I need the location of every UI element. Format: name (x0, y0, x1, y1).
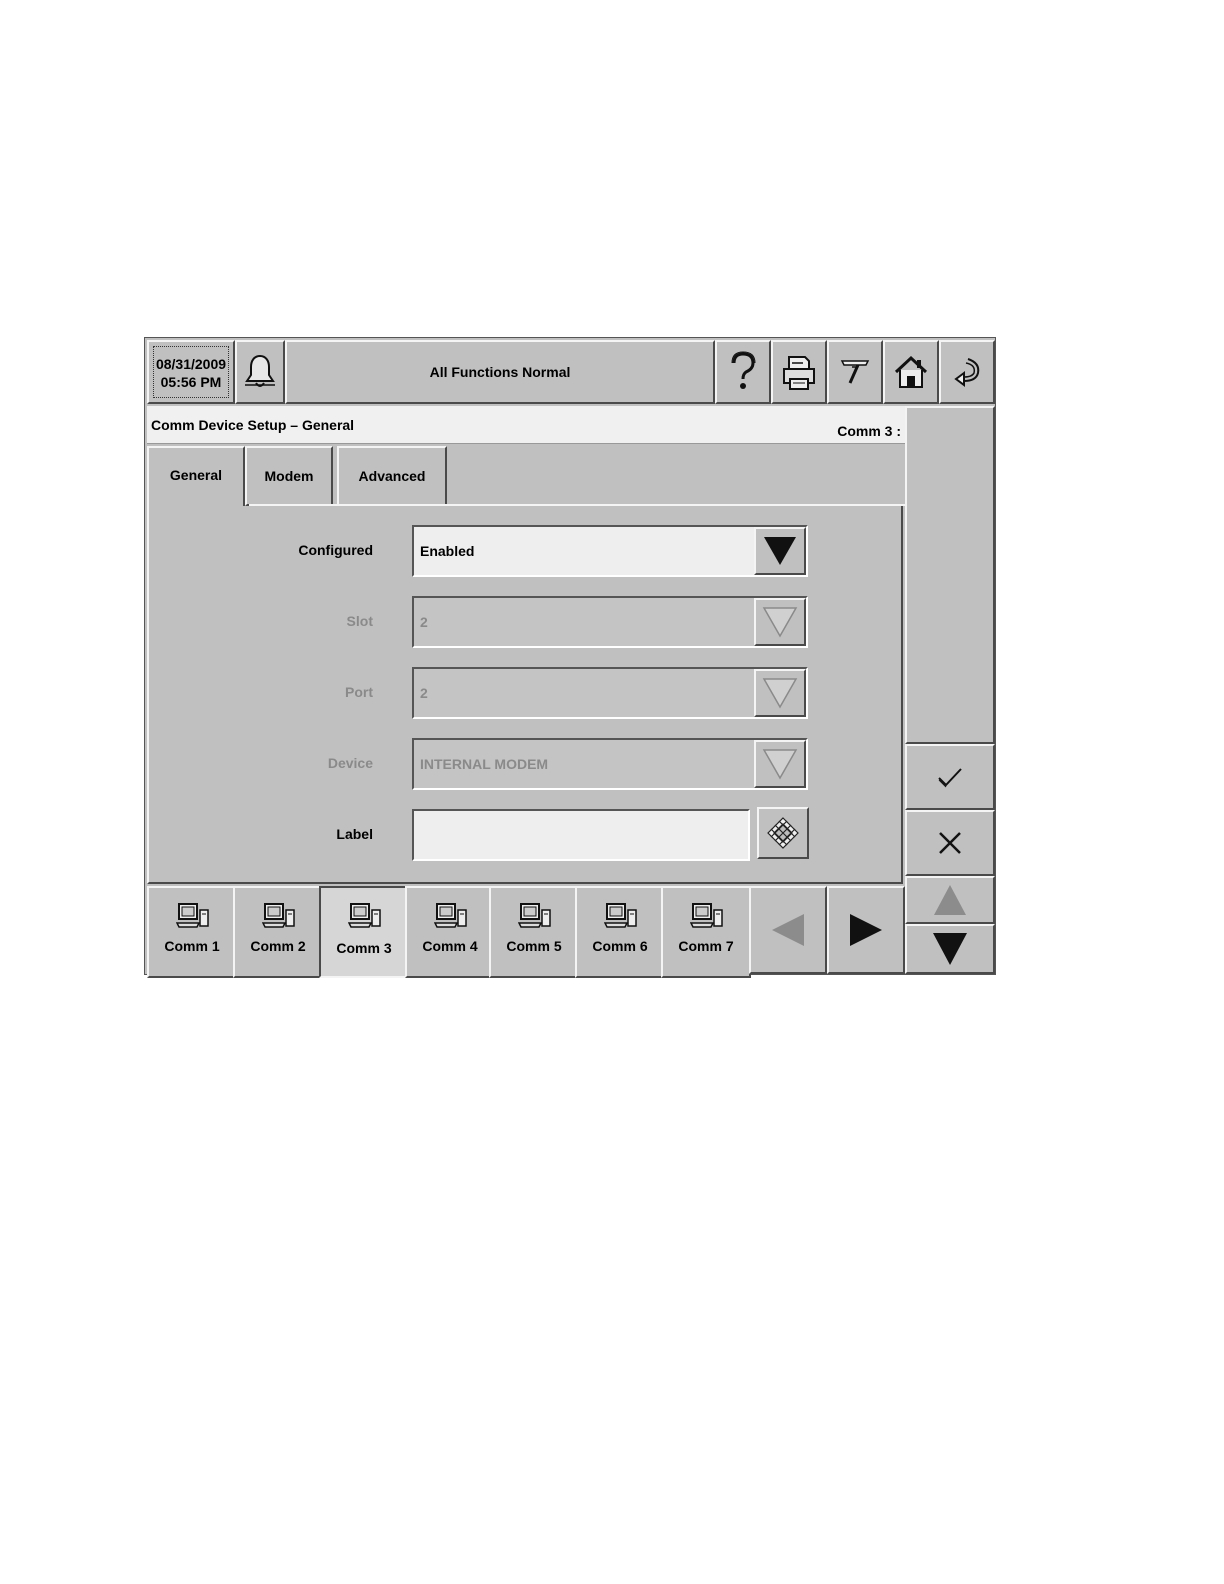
computer-icon (604, 903, 637, 928)
port-dropdown: 2 (412, 667, 808, 719)
status-bar: All Functions Normal (285, 340, 715, 404)
tab-advanced-label: Advanced (358, 468, 426, 484)
label-field-label: Label (336, 826, 373, 842)
computer-icon (176, 903, 209, 928)
tab-modem-label: Modem (264, 468, 314, 484)
device-dropdown-button (754, 740, 806, 788)
comm-context-label: Comm 3 : (837, 423, 901, 439)
computer-icon (518, 903, 551, 928)
time-text: 05:56 PM (160, 374, 222, 390)
accept-button[interactable] (905, 744, 995, 810)
computer-icon (434, 903, 467, 928)
comm-button-7[interactable]: Comm 7 (661, 886, 751, 978)
side-panel-blank (905, 406, 995, 744)
dropdown-arrow-icon (762, 678, 798, 709)
bell-icon (245, 354, 275, 387)
dropdown-arrow-icon (762, 607, 798, 638)
return-arrow-icon (954, 358, 980, 387)
question-icon (731, 351, 756, 389)
datetime-button[interactable]: 08/31/2009 05:56 PM (147, 340, 235, 404)
cancel-button[interactable] (905, 810, 995, 876)
alarm-button[interactable] (235, 340, 285, 404)
port-value: 2 (420, 685, 428, 701)
down-triangle-icon (933, 933, 967, 965)
configured-value: Enabled (420, 543, 475, 559)
slot-label: Slot (346, 613, 373, 629)
checkmark-icon (938, 768, 962, 788)
comm-button-label: Comm 7 (678, 938, 734, 954)
comm-button-3[interactable]: Comm 3 (319, 886, 409, 978)
console-screen: 08/31/2009 05:56 PM All Functions Normal (144, 337, 996, 978)
device-value: INTERNAL MODEM (420, 756, 549, 772)
tab-advanced[interactable]: Advanced (337, 446, 447, 506)
tab-general[interactable]: General (147, 446, 245, 506)
prev-page-button[interactable] (749, 886, 827, 974)
left-triangle-icon (772, 914, 804, 946)
page-title: Comm Device Setup – General (151, 417, 355, 433)
date-text: 08/31/2009 (155, 356, 227, 372)
keyboard-icon (767, 817, 799, 849)
comm-button-label: Comm 1 (164, 938, 220, 954)
configured-label: Configured (298, 542, 373, 558)
scroll-up-button[interactable] (905, 876, 995, 924)
device-label: Device (327, 755, 373, 771)
tab-general-label: General (169, 467, 223, 483)
slot-dropdown-button (754, 598, 806, 646)
title-bar: Comm Device Setup – General Comm 3 : (147, 406, 905, 444)
tool-icon (840, 360, 870, 384)
home-button[interactable] (883, 340, 939, 404)
device-dropdown: INTERNAL MODEM (412, 738, 808, 790)
comm-button-label: Comm 5 (506, 938, 562, 954)
home-icon (894, 355, 928, 388)
comm-button-label: Comm 3 (336, 940, 392, 956)
port-dropdown-button (754, 669, 806, 717)
slot-value: 2 (420, 614, 428, 630)
comm-button-2[interactable]: Comm 2 (233, 886, 323, 978)
computer-icon (690, 903, 723, 928)
keyboard-button[interactable] (757, 807, 809, 859)
configured-dropdown-button[interactable] (754, 527, 806, 575)
label-input[interactable] (412, 809, 750, 861)
help-button[interactable] (715, 340, 771, 404)
diagnostics-button[interactable] (827, 340, 883, 404)
status-text: All Functions Normal (429, 364, 571, 380)
printer-icon (783, 356, 815, 390)
comm-button-5[interactable]: Comm 5 (489, 886, 579, 978)
comm-button-4[interactable]: Comm 4 (405, 886, 495, 978)
x-icon (939, 832, 961, 854)
configured-dropdown[interactable]: Enabled (412, 525, 808, 577)
up-triangle-icon (934, 885, 966, 915)
right-triangle-icon (850, 914, 882, 946)
comm-button-label: Comm 2 (250, 938, 306, 954)
dropdown-arrow-icon (764, 537, 796, 565)
comm-button-1[interactable]: Comm 1 (147, 886, 237, 978)
tab-modem[interactable]: Modem (245, 446, 333, 506)
print-button[interactable] (771, 340, 827, 404)
dropdown-arrow-icon (762, 749, 798, 780)
comm-button-label: Comm 6 (592, 938, 648, 954)
slot-dropdown: 2 (412, 596, 808, 648)
comm-button-label: Comm 4 (422, 938, 478, 954)
computer-icon (262, 903, 295, 928)
scroll-down-button[interactable] (905, 924, 995, 974)
computer-icon (348, 903, 381, 928)
port-label: Port (345, 684, 373, 700)
comm-button-6[interactable]: Comm 6 (575, 886, 665, 978)
back-button[interactable] (939, 340, 995, 404)
next-page-button[interactable] (827, 886, 905, 974)
